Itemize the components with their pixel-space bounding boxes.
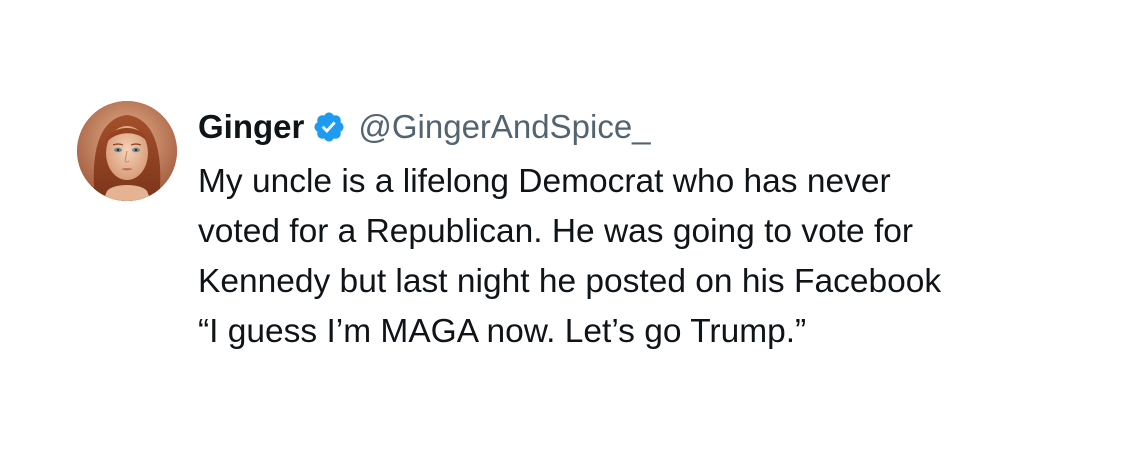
tweet-text-line: My uncle is a lifelong Democrat who has … bbox=[198, 163, 891, 200]
tweet-text-line: voted for a Republican. He was going to … bbox=[198, 213, 914, 250]
tweet-text-line: “I guess I’m MAGA now. Let’s go Trump.” bbox=[198, 313, 807, 350]
avatar-image bbox=[77, 101, 177, 201]
tweet-text: My uncle is a lifelong Democrat who has … bbox=[198, 157, 1098, 357]
avatar[interactable] bbox=[77, 101, 177, 201]
handle[interactable]: @GingerAndSpice_ bbox=[358, 108, 650, 146]
tweet-text-line: Kennedy but last night he posted on his … bbox=[198, 263, 942, 300]
tweet-header: Ginger @GingerAndSpice_ bbox=[198, 104, 651, 150]
tweet-card: Ginger @GingerAndSpice_ My uncle is a li… bbox=[0, 0, 1136, 452]
display-name[interactable]: Ginger bbox=[198, 108, 304, 146]
verified-badge-icon[interactable] bbox=[312, 110, 346, 144]
